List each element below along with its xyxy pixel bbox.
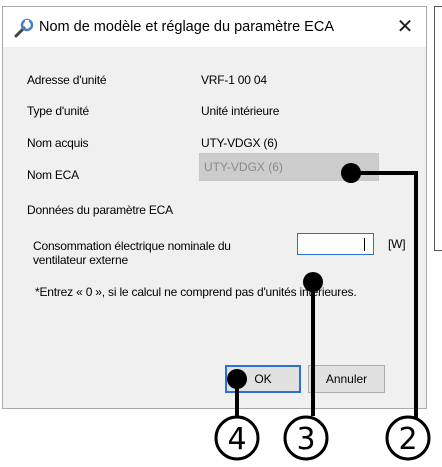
callout-number-4: 4 (227, 422, 246, 457)
callout-number-2: 2 (398, 422, 417, 457)
callout-overlay: 4 3 2 (214, 163, 431, 461)
callout-line-2 (351, 171, 418, 428)
callout-number-3: 3 (296, 422, 315, 457)
